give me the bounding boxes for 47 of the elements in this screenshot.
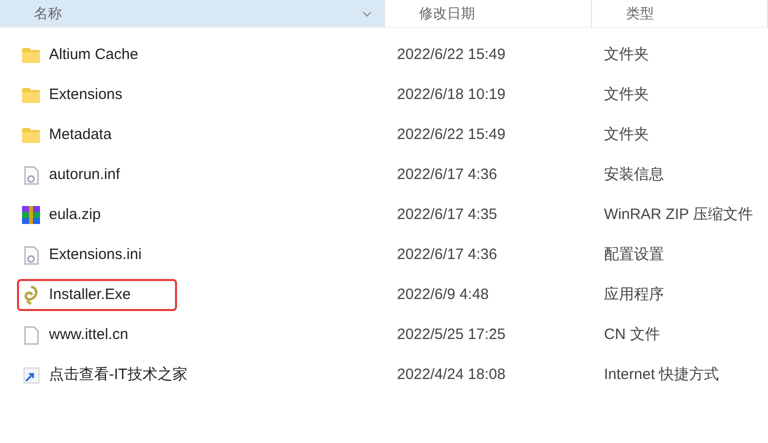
file-type: CN 文件 [603,324,661,345]
modified-date: 2022/6/17 4:35 [396,204,498,225]
file-name: autorun.inf [49,164,120,185]
modified-date: 2022/6/22 15:49 [396,124,506,145]
installer-icon [23,286,39,304]
file-name-cell[interactable]: Extensions [17,79,130,111]
file-name: Installer.Exe [49,284,131,305]
file-name-cell[interactable]: autorun.inf [17,159,128,191]
file-name-cell[interactable]: Extensions.ini [17,239,150,271]
file-name: Altium Cache [49,44,138,65]
folder-icon [22,128,40,142]
modified-date: 2022/6/9 4:48 [396,284,490,305]
file-name: eula.zip [49,204,101,225]
file-type: 应用程序 [603,284,665,305]
file-type: 文件夹 [603,84,650,105]
file-type: WinRAR ZIP 压缩文件 [603,204,754,225]
file-name-cell[interactable]: Installer.Exe [17,279,177,311]
file-name: Extensions.ini [49,244,142,265]
modified-date: 2022/6/22 15:49 [396,44,506,65]
modified-date: 2022/5/25 17:25 [396,324,506,345]
shortcut-icon [22,366,40,384]
file-name-cell[interactable]: www.ittel.cn [17,319,136,351]
file-name: 点击查看-IT技术之家 [49,364,188,385]
file-name-cell[interactable]: eula.zip [17,199,109,231]
modified-date: 2022/6/18 10:19 [396,84,506,105]
modified-date: 2022/4/24 18:08 [396,364,506,385]
archive-icon [22,206,40,224]
file-type: 安装信息 [603,164,665,185]
file-name-cell[interactable]: Metadata [17,119,120,151]
folder-icon [22,48,40,62]
file-name: Extensions [49,84,122,105]
folder-icon [22,88,40,102]
file-type: 文件夹 [603,44,650,65]
chevron-down-icon [362,10,372,16]
file-icon [24,326,38,344]
file-name-cell[interactable]: Altium Cache [17,39,146,71]
modified-date: 2022/6/17 4:36 [396,164,498,185]
file-type: 配置设置 [603,244,665,265]
settings-file-icon [24,166,38,184]
file-name: Metadata [49,124,112,145]
settings-file-icon [24,246,38,264]
file-type: 文件夹 [603,124,650,145]
file-name: www.ittel.cn [49,324,128,345]
column-header[interactable]: 名称 [0,0,385,27]
file-name-cell[interactable]: 点击查看-IT技术之家 [17,359,196,391]
modified-date: 2022/6/17 4:36 [396,244,498,265]
file-type: Internet 快捷方式 [603,364,720,385]
